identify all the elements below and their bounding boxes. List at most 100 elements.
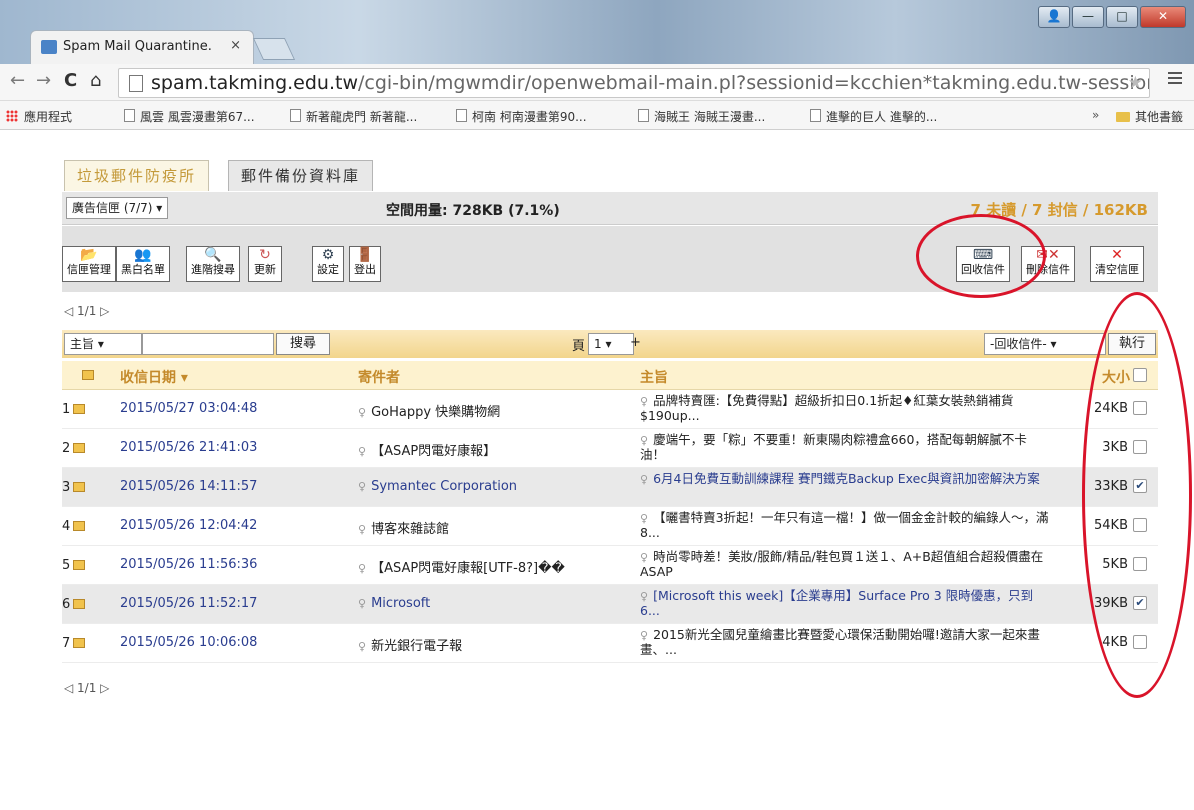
search-icon: 🔍 <box>204 247 222 263</box>
message-subject[interactable]: ♀ 品牌特賣匯:【免費得點】超級折扣日0.1折起♦紅葉女裝熱銷補貨$190up..… <box>640 394 1050 423</box>
sender-icon: ♀ <box>358 523 367 536</box>
tab-spam-quarantine[interactable]: 垃圾郵件防疫所 <box>64 160 210 191</box>
message-subject[interactable]: ♀ 慶端午，要「粽」不要重！新東陽肉粽禮盒660，搭配每朝解膩不卡油！ <box>640 433 1050 462</box>
address-bar[interactable]: spam.takming.edu.tw/cgi-bin/mgwmdir/open… <box>118 68 1150 98</box>
sender-name: 博客來雜誌館 <box>371 522 450 537</box>
message-subject[interactable]: ♀ 2015新光全國兒童繪畫比賽暨愛心環保活動開始囉!邀請大家一起來畫畫、... <box>640 628 1050 657</box>
search-input[interactable] <box>142 333 274 355</box>
tab-mail-backup[interactable]: 郵件備份資料庫 <box>228 160 374 191</box>
message-from[interactable]: ♀ GoHappy 快樂購物網 <box>358 401 500 420</box>
subject-icon: ♀ <box>640 590 649 603</box>
bookmark-item[interactable]: 新著龍虎門 新著龍... <box>290 108 417 125</box>
page-add[interactable]: + <box>630 335 641 350</box>
page-icon <box>124 109 135 122</box>
message-from[interactable]: ♀ Microsoft <box>358 596 430 611</box>
subject-text: 2015新光全國兒童繪畫比賽暨愛心環保活動開始囉!邀請大家一起來畫畫、... <box>640 627 1040 657</box>
blacklist-whitelist-button[interactable]: 👥 黑白名單 <box>116 246 170 282</box>
bookmark-label: 海賊王 海賊王漫畫... <box>654 110 766 124</box>
advanced-search-button[interactable]: 🔍 進階搜尋 <box>186 246 240 282</box>
reload-icon[interactable]: C <box>64 70 77 91</box>
message-index: 2 <box>62 441 86 456</box>
action-select[interactable]: -回收信件- ▾ <box>984 333 1106 355</box>
bookmarks-overflow[interactable]: » <box>1092 108 1099 122</box>
message-date[interactable]: 2015/05/26 14:11:57 <box>120 479 257 494</box>
table-row[interactable]: 3 2015/05/26 14:11:57 ♀ Symantec Corporatio… <box>62 468 1158 507</box>
empty-folder-button[interactable]: ✕ 清空信匣 <box>1090 246 1144 282</box>
table-row[interactable]: 5 2015/05/26 11:56:36 ♀ 【ASAP閃電好康報[UTF-8?]�… <box>62 546 1158 585</box>
table-row[interactable]: 6 2015/05/26 11:52:17 ♀ Microsoft ♀ [Microsof… <box>62 585 1158 624</box>
message-date[interactable]: 2015/05/26 10:06:08 <box>120 635 257 650</box>
message-from[interactable]: ♀ Symantec Corporation <box>358 479 517 494</box>
table-row[interactable]: 2 2015/05/26 21:41:03 ♀ 【ASAP閃電好康報】 ♀ 慶端午，要「粽… <box>62 429 1158 468</box>
message-from[interactable]: ♀ 【ASAP閃電好康報】 <box>358 440 496 459</box>
bookmark-label: 風雲 風雲漫畫第67... <box>140 110 255 124</box>
button-label: 信匣管理 <box>67 263 111 276</box>
subject-text: 【曬書特賣3折起！一年只有這一檔！】做一個金金計較的編錄人～，滿8... <box>640 510 1049 540</box>
message-subject[interactable]: ♀ 6月4日免費互動訓練課程 賽門鐵克Backup Exec與資訊加密解決方案 <box>640 472 1050 487</box>
button-label: 更新 <box>254 263 276 276</box>
message-from[interactable]: ♀ 新光銀行電子報 <box>358 635 462 654</box>
page-icon <box>810 109 821 122</box>
message-from[interactable]: ♀ 博客來雜誌館 <box>358 518 449 537</box>
table-row[interactable]: 7 2015/05/26 10:06:08 ♀ 新光銀行電子報 ♀ 2015新光全國兒童繪… <box>62 624 1158 663</box>
subject-text: 品牌特賣匯:【免費得點】超級折扣日0.1折起♦紅葉女裝熱銷補貨$190up... <box>640 393 1014 423</box>
bookmark-item[interactable]: 海賊王 海賊王漫畫... <box>638 108 765 125</box>
message-from[interactable]: ♀ 【ASAP閃電好康報[UTF-8?]�� <box>358 557 565 576</box>
pager-bottom[interactable]: ◁ 1/1 ▷ <box>64 681 109 695</box>
users-icon: 👥 <box>134 247 152 263</box>
bookmark-item[interactable]: 風雲 風雲漫畫第67... <box>124 108 255 125</box>
subject-icon: ♀ <box>640 551 649 564</box>
page-icon <box>456 109 467 122</box>
folder-select[interactable]: 廣告信匣 (7/7) ▾ <box>66 197 169 219</box>
folder-icon: 📂 <box>80 247 98 263</box>
close-window-button[interactable]: ✕ <box>1140 6 1186 28</box>
column-date[interactable]: 收信日期 ▾ <box>120 367 188 387</box>
bookmark-label: 新著龍虎門 新著龍... <box>306 110 418 124</box>
message-date[interactable]: 2015/05/26 11:52:17 <box>120 596 257 611</box>
forward-icon[interactable]: → <box>36 70 51 91</box>
bookmark-item[interactable]: 進擊的巨人 進擊的... <box>810 108 937 125</box>
message-subject[interactable]: ♀ 時尚零時差！美妝/服飾/精品/鞋包買１送１、A+B超值組合超殺價盡在ASAP <box>640 550 1050 579</box>
table-row[interactable]: 1 2015/05/27 03:04:48 ♀ GoHappy 快樂購物網 ♀ 品牌特賣匯… <box>62 390 1158 429</box>
window-controls: 👤 — □ ✕ <box>1038 6 1186 28</box>
bookmark-apps[interactable]: 應用程式 <box>6 108 72 125</box>
button-label: 進階搜尋 <box>191 263 235 276</box>
message-index: 3 <box>62 480 86 495</box>
user-icon[interactable]: 👤 <box>1038 6 1070 28</box>
url-text: spam.takming.edu.tw/cgi-bin/mgwmdir/open… <box>151 72 1149 94</box>
search-field-select[interactable]: 主旨 ▾ <box>64 333 142 355</box>
message-date[interactable]: 2015/05/27 03:04:48 <box>120 401 257 416</box>
settings-button[interactable]: ⚙ 設定 <box>312 246 344 282</box>
bookmark-item[interactable]: 柯南 柯南漫畫第90... <box>456 108 587 125</box>
message-subject[interactable]: ♀ 【曬書特賣3折起！一年只有這一檔！】做一個金金計較的編錄人～，滿8... <box>640 511 1050 540</box>
pager-top[interactable]: ◁ 1/1 ▷ <box>64 304 109 318</box>
subject-text: 慶端午，要「粽」不要重！新東陽肉粽禮盒660，搭配每朝解膩不卡油！ <box>640 432 1027 462</box>
message-date[interactable]: 2015/05/26 21:41:03 <box>120 440 257 455</box>
browser-tab[interactable]: Spam Mail Quarantine. × <box>30 30 254 65</box>
other-bookmarks[interactable]: 其他書籤 <box>1116 108 1183 125</box>
maximize-button[interactable]: □ <box>1106 6 1138 28</box>
browser-menu-icon[interactable] <box>1168 72 1182 87</box>
bookmark-star-icon[interactable]: ★ <box>1128 73 1143 93</box>
minimize-button[interactable]: — <box>1072 6 1104 28</box>
folder-manage-button[interactable]: 📂 信匣管理 <box>62 246 116 282</box>
search-button[interactable]: 搜尋 <box>276 333 330 355</box>
message-subject[interactable]: ♀ [Microsoft this week]【企業專用】Surface Pro … <box>640 589 1050 618</box>
tab-close-icon[interactable]: × <box>230 38 241 53</box>
page-select[interactable]: 1 ▾ <box>588 333 634 355</box>
message-date[interactable]: 2015/05/26 12:04:42 <box>120 518 257 533</box>
message-index: 1 <box>62 402 86 417</box>
envelope-icon <box>73 404 86 414</box>
message-date[interactable]: 2015/05/26 11:56:36 <box>120 557 257 572</box>
column-from[interactable]: 寄件者 <box>358 367 400 387</box>
new-tab-button[interactable] <box>252 38 296 60</box>
table-row[interactable]: 4 2015/05/26 12:04:42 ♀ 博客來雜誌館 ♀ 【曬書特賣3折起！一年只… <box>62 507 1158 546</box>
sender-name: Microsoft <box>371 596 431 611</box>
column-subject[interactable]: 主旨 <box>640 367 668 387</box>
sender-name: GoHappy 快樂購物網 <box>371 405 501 420</box>
sender-icon: ♀ <box>358 640 367 653</box>
logout-button[interactable]: 🚪 登出 <box>349 246 381 282</box>
back-icon[interactable]: ← <box>10 70 25 91</box>
home-icon[interactable]: ⌂ <box>90 70 101 91</box>
refresh-button[interactable]: ↻ 更新 <box>248 246 282 282</box>
